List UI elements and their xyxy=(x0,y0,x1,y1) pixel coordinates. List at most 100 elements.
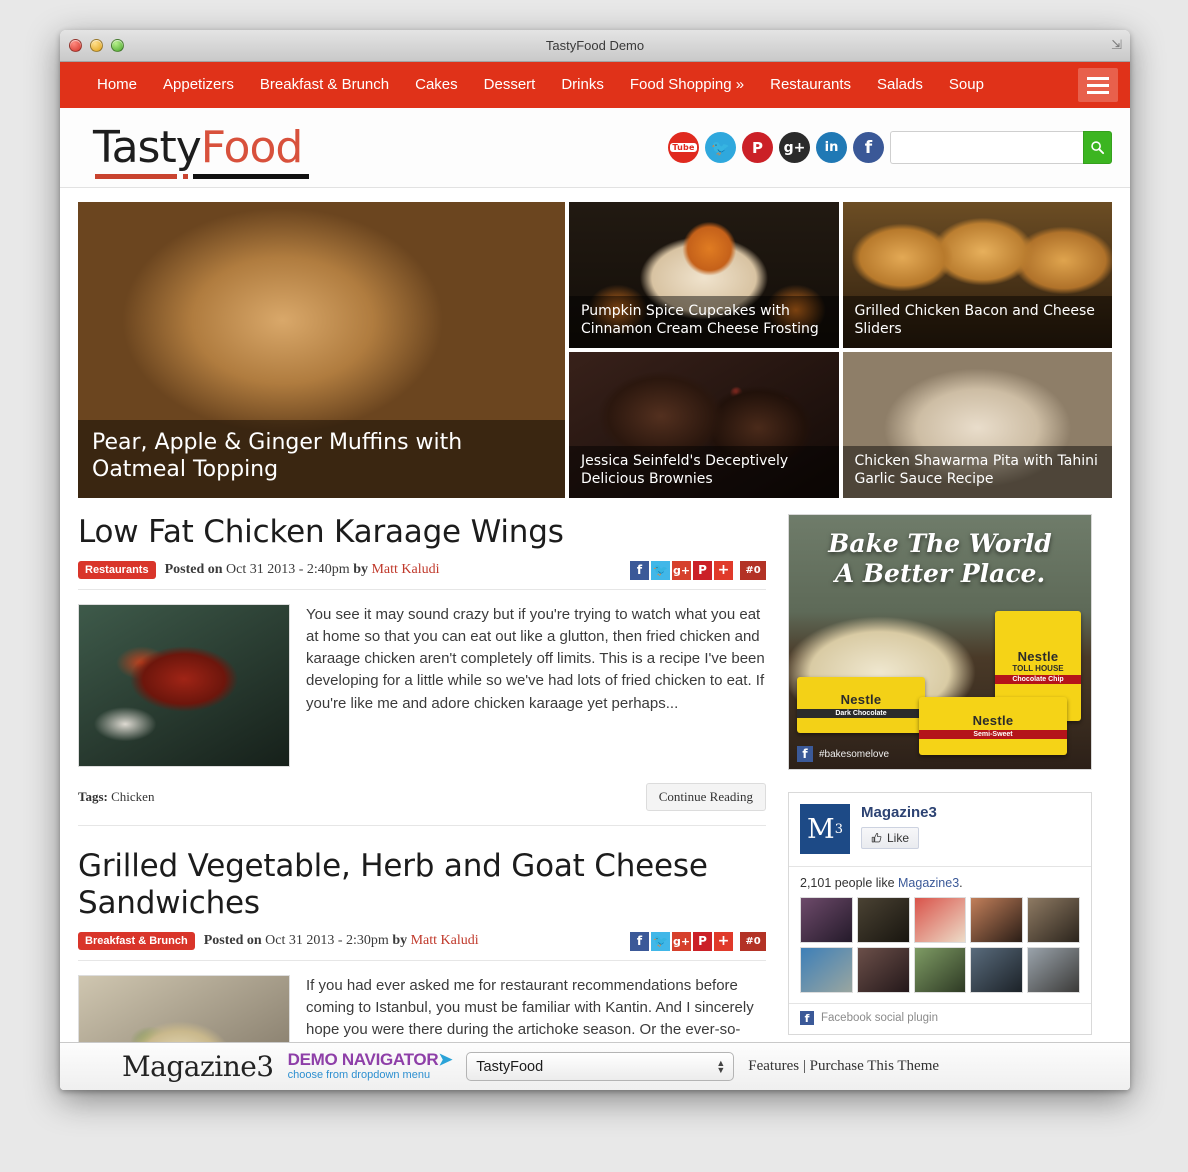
twitter-share-icon[interactable]: 🐦 xyxy=(651,931,670,951)
demo-select-value: TastyFood xyxy=(476,1058,544,1075)
more-share-icon[interactable]: + xyxy=(714,931,733,951)
links-divider: | xyxy=(802,1058,806,1074)
featured-row-top: Pumpkin Spice Cupcakes with Cinnamon Cre… xyxy=(569,202,1112,348)
magazine3-wordmark: Magazine3 xyxy=(122,1050,274,1083)
pinterest-share-icon[interactable]: P xyxy=(693,560,712,580)
nav-item-restaurants[interactable]: Restaurants xyxy=(757,62,864,108)
nav-item-breakfast[interactable]: Breakfast & Brunch xyxy=(247,62,402,108)
site-logo[interactable]: TastyFood xyxy=(93,122,309,179)
chevron-right-icon: ➤ xyxy=(438,1050,453,1070)
logo-underline-dot xyxy=(183,174,188,179)
category-badge[interactable]: Restaurants xyxy=(78,561,156,580)
pinterest-share-icon[interactable]: P xyxy=(693,931,712,951)
demo-select[interactable]: TastyFood ▲ ▼ xyxy=(466,1052,735,1081)
nav-item-food-shopping[interactable]: Food Shopping » xyxy=(617,62,757,108)
nav-item-dessert[interactable]: Dessert xyxy=(471,62,549,108)
more-share-icon[interactable]: + xyxy=(714,560,733,580)
facebook-widget-header: M3 Magazine3 Like xyxy=(789,793,1091,867)
purchase-theme-link[interactable]: Purchase This Theme xyxy=(810,1058,939,1074)
nav-link-home[interactable]: Home xyxy=(84,62,150,108)
featured-post-cupcakes[interactable]: Pumpkin Spice Cupcakes with Cinnamon Cre… xyxy=(569,202,839,348)
demo-navigator-label: DEMO NAVIGATOR➤ choose from dropdown men… xyxy=(288,1051,453,1081)
ad-variant-label: Dark Chocolate xyxy=(797,709,925,718)
linkedin-icon[interactable]: in xyxy=(816,132,847,163)
hamburger-icon[interactable] xyxy=(1078,68,1118,102)
ad-hashtag: #bakesomelove xyxy=(819,748,890,760)
nav-link-soup[interactable]: Soup xyxy=(936,62,997,108)
nav-link-cakes[interactable]: Cakes xyxy=(402,62,471,108)
tag-value[interactable]: Chicken xyxy=(111,789,154,804)
googleplus-icon[interactable]: g+ xyxy=(779,132,810,163)
featured-post-shawarma[interactable]: Chicken Shawarma Pita with Tahini Garlic… xyxy=(842,352,1112,498)
avatar[interactable] xyxy=(1027,947,1080,993)
post-title[interactable]: Grilled Vegetable, Herb and Goat Cheese … xyxy=(78,848,766,922)
nav-item-appetizers[interactable]: Appetizers xyxy=(150,62,247,108)
magazine3-logo: M3 xyxy=(800,804,850,854)
continue-reading-button[interactable]: Continue Reading xyxy=(645,782,766,811)
post-author[interactable]: Matt Kaludi xyxy=(411,933,479,948)
nav-link-salads[interactable]: Salads xyxy=(864,62,936,108)
facebook-share-icon[interactable]: f xyxy=(630,931,649,951)
pinterest-icon[interactable]: P xyxy=(742,132,773,163)
nav-link-food-shopping[interactable]: Food Shopping » xyxy=(617,62,757,108)
avatar[interactable] xyxy=(856,897,910,943)
goat-cheese-sandwich-photo[interactable] xyxy=(78,974,290,1042)
avatar[interactable] xyxy=(970,947,1024,993)
avatar[interactable] xyxy=(856,947,910,993)
googleplus-share-icon[interactable]: g+ xyxy=(672,560,691,580)
category-badge[interactable]: Breakfast & Brunch xyxy=(78,932,195,951)
facebook-icon[interactable]: f xyxy=(853,132,884,163)
post-author[interactable]: Matt Kaludi xyxy=(371,562,439,577)
main-region: Low Fat Chicken Karaage Wings Restaurant… xyxy=(60,498,1130,1042)
featured-post-sliders[interactable]: Grilled Chicken Bacon and Cheese Sliders xyxy=(842,202,1112,348)
thumbs-up-icon xyxy=(871,832,882,843)
comment-count-badge[interactable]: #0 xyxy=(740,560,766,580)
like-count-page-link[interactable]: Magazine3 xyxy=(898,876,959,890)
avatar[interactable] xyxy=(1027,897,1080,943)
facebook-page-name[interactable]: Magazine3 xyxy=(861,804,937,821)
nav-link-dessert[interactable]: Dessert xyxy=(471,62,549,108)
brand-header: TastyFood Tube 🐦 P g+ in f xyxy=(60,108,1130,188)
features-link[interactable]: Features xyxy=(748,1058,799,1074)
post-byline: Posted on Oct 31 2013 - 2:40pm by Matt K… xyxy=(165,562,440,578)
nav-item-soup[interactable]: Soup xyxy=(936,62,997,108)
featured-post-main[interactable]: Pear, Apple & Ginger Muffins with Oatmea… xyxy=(78,202,565,498)
nav-item-drinks[interactable]: Drinks xyxy=(548,62,617,108)
nav-link-breakfast[interactable]: Breakfast & Brunch xyxy=(247,62,402,108)
avatar[interactable] xyxy=(913,947,967,993)
avatar[interactable] xyxy=(800,897,853,943)
nav-item-salads[interactable]: Salads xyxy=(864,62,936,108)
featured-post-brownies[interactable]: Jessica Seinfeld's Deceptively Delicious… xyxy=(569,352,839,498)
featured-caption-cupcakes: Pumpkin Spice Cupcakes with Cinnamon Cre… xyxy=(569,296,839,348)
post-item: Grilled Vegetable, Herb and Goat Cheese … xyxy=(78,848,766,1042)
ad-variant-label: Chocolate Chip xyxy=(995,674,1081,684)
googleplus-share-icon[interactable]: g+ xyxy=(672,931,691,951)
twitter-icon[interactable]: 🐦 xyxy=(705,132,736,163)
ad-brand-name: Nestle xyxy=(840,692,882,707)
ad-brand-name: Nestle xyxy=(972,713,1014,728)
avatar[interactable] xyxy=(800,947,853,993)
chicken-wings-photo[interactable] xyxy=(78,603,290,767)
featured-small-column: Pumpkin Spice Cupcakes with Cinnamon Cre… xyxy=(569,202,1112,498)
post-title[interactable]: Low Fat Chicken Karaage Wings xyxy=(78,514,766,551)
nav-item-cakes[interactable]: Cakes xyxy=(402,62,471,108)
facebook-share-icon[interactable]: f xyxy=(630,560,649,580)
nav-link-appetizers[interactable]: Appetizers xyxy=(150,62,247,108)
twitter-share-icon[interactable]: 🐦 xyxy=(651,560,670,580)
nav-link-restaurants[interactable]: Restaurants xyxy=(757,62,864,108)
youtube-icon[interactable]: Tube xyxy=(668,132,699,163)
avatar[interactable] xyxy=(913,897,967,943)
avatar[interactable] xyxy=(970,897,1024,943)
nav-item-home[interactable]: Home xyxy=(84,62,150,108)
facebook-widget-info: Magazine3 Like xyxy=(861,804,937,849)
advertisement-banner[interactable]: Nestle TOLL HOUSE Chocolate Chip Nestle … xyxy=(788,514,1092,770)
search-input[interactable] xyxy=(890,131,1083,164)
nav-link-drinks[interactable]: Drinks xyxy=(548,62,617,108)
post-date: Oct 31 2013 - 2:40pm xyxy=(226,562,350,578)
comment-count-badge[interactable]: #0 xyxy=(740,931,766,951)
search-button[interactable] xyxy=(1083,131,1112,164)
facebook-widget-footer: f Facebook social plugin xyxy=(789,1003,1091,1034)
facebook-like-button[interactable]: Like xyxy=(861,827,920,849)
like-count-prefix: 2,101 people like xyxy=(800,876,898,890)
resize-icon[interactable]: ⇲ xyxy=(1111,38,1122,51)
